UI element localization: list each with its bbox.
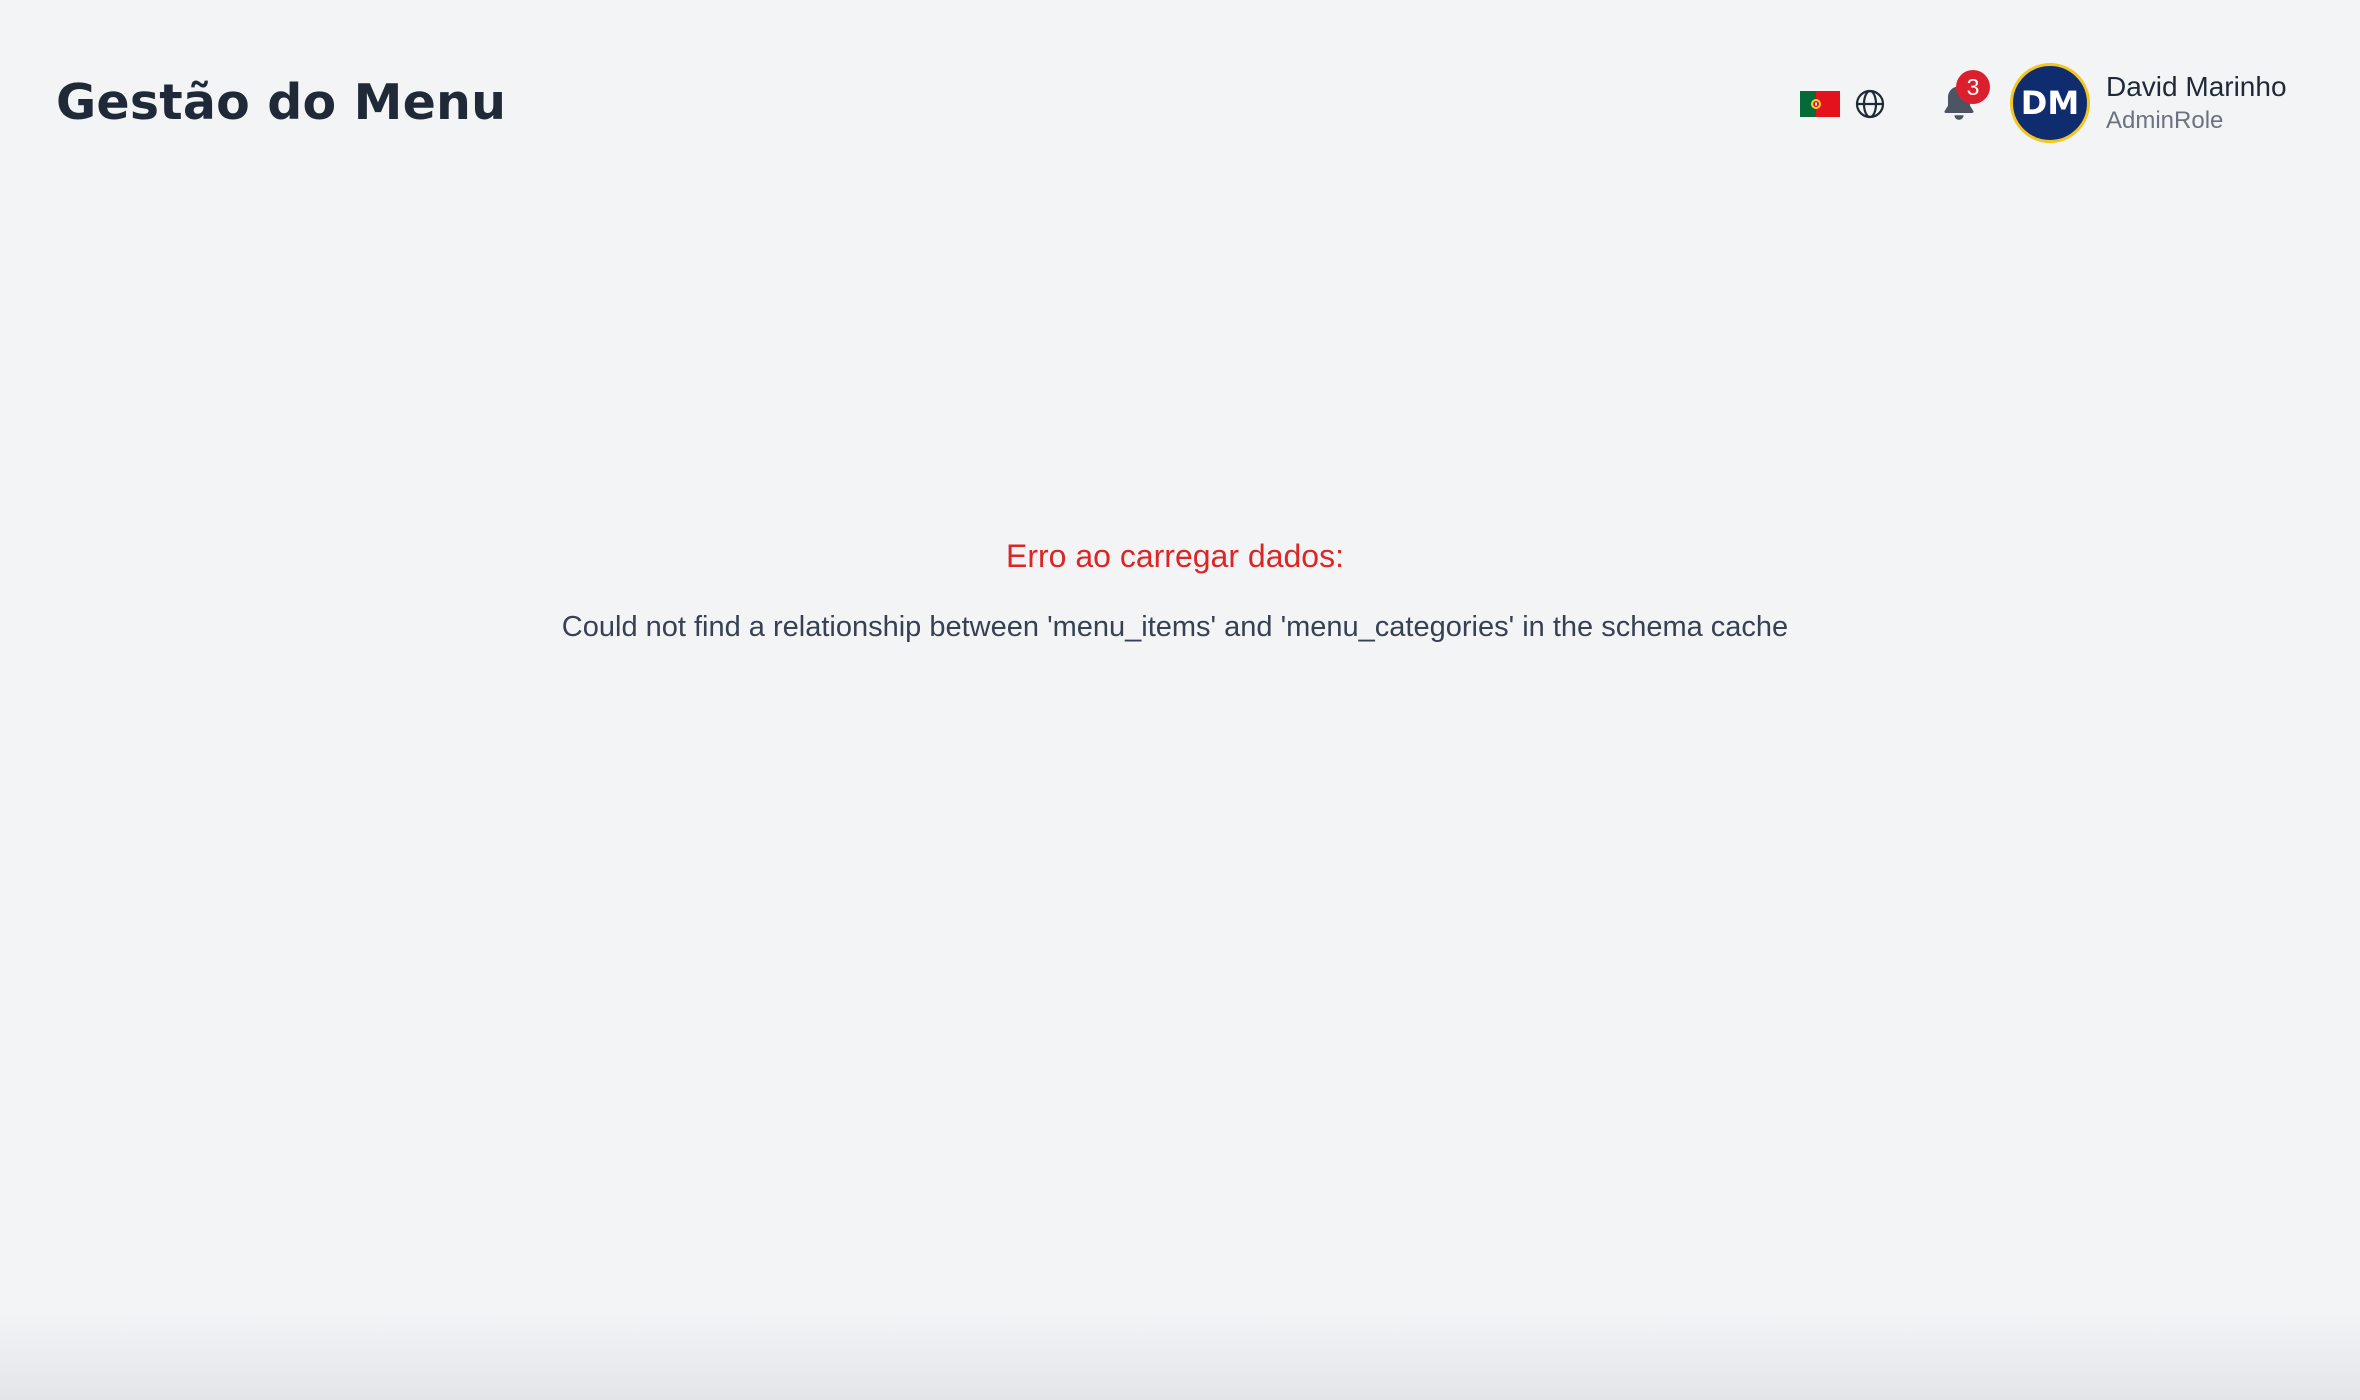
notification-count-badge: 3 xyxy=(1956,70,1990,104)
user-profile-menu[interactable]: DM David Marinho AdminRole xyxy=(2010,63,2287,143)
bottom-shadow xyxy=(0,1310,2360,1400)
language-switcher[interactable] xyxy=(1800,84,1886,124)
avatar: DM xyxy=(2010,63,2090,143)
page-title: Gestão do Menu xyxy=(56,74,507,131)
page: Gestão do Menu 3 DM David Marinho AdminR… xyxy=(0,0,2360,1400)
error-title: Erro ao carregar dados: xyxy=(1006,538,1344,574)
error-panel: Erro ao carregar dados: Could not find a… xyxy=(0,530,2350,650)
user-role: AdminRole xyxy=(2106,107,2224,134)
top-header: Gestão do Menu 3 DM David Marinho AdminR… xyxy=(0,0,2360,210)
user-info: David Marinho AdminRole xyxy=(2106,69,2287,137)
user-name: David Marinho xyxy=(2106,71,2287,102)
error-message: Could not find a relationship between 'm… xyxy=(561,611,1789,643)
globe-icon xyxy=(1855,89,1885,119)
portugal-flag-icon xyxy=(1800,91,1840,117)
notifications-button[interactable]: 3 xyxy=(1934,70,1990,128)
